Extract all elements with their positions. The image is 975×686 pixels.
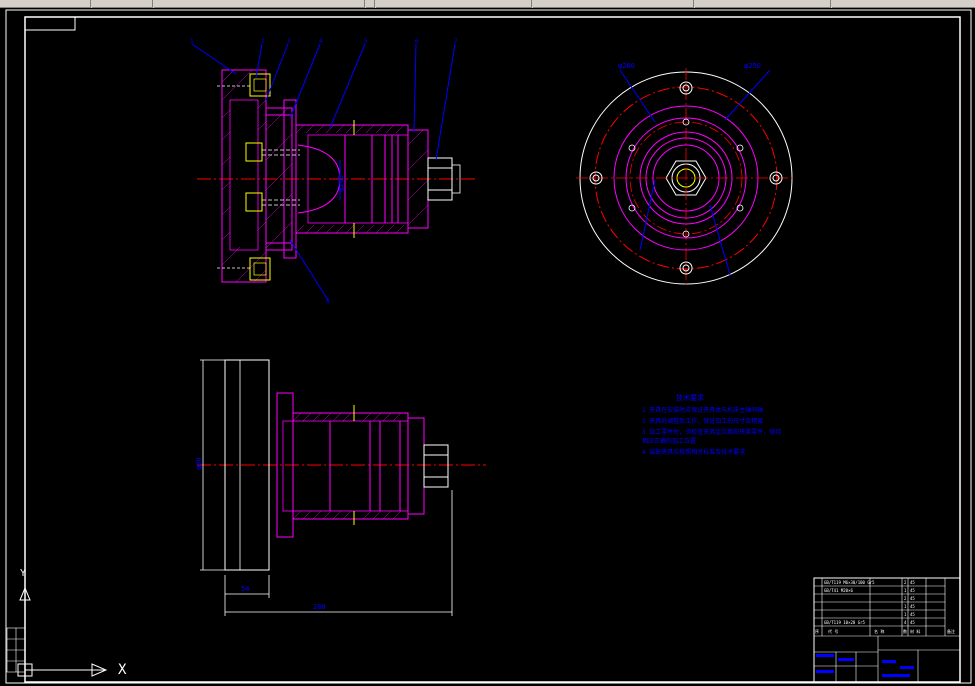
bore-dimension: φ108 [337, 175, 345, 192]
leader-number: 3 [287, 38, 291, 45]
ucs-icon [17, 572, 108, 677]
toolbar-cell[interactable] [0, 0, 91, 8]
top-circular-view[interactable]: φ280 φ250 [576, 62, 796, 288]
sleeve-side [292, 412, 409, 520]
parts-row-qty: 2 [904, 580, 907, 585]
side-thickness-dimension: 54 [241, 585, 249, 593]
corner-tag-box [25, 17, 76, 31]
parts-row-qty: 1 [904, 588, 907, 593]
toolbar-cell[interactable] [832, 0, 975, 8]
ucs-x-label: X [118, 662, 127, 678]
leader-number: 4 [319, 38, 323, 45]
parts-row-qty: 1 [904, 604, 907, 609]
parts-row-material: 45 [910, 580, 915, 585]
parts-row-code: GB/T41 M20×6 [824, 588, 853, 593]
diameter-label: φ280 [618, 62, 635, 70]
tech-req-item: 2 夹具的调整及工作，保证加工的尺寸及精度 [642, 417, 763, 425]
side-length-dimension: 280 [313, 603, 326, 611]
parts-list-table[interactable]: GB/T119 M6×30/100 Gr5 2 45 GB/T41 M20×6 … [813, 577, 961, 683]
toolbar-cell[interactable] [154, 0, 365, 8]
parts-row-material: 45 [910, 604, 915, 609]
front-section-view[interactable]: 1 2 3 4 5 6 7 8 φ108 [190, 38, 478, 305]
parts-header-cell: 数 [903, 628, 907, 634]
leader-number: 5 [364, 38, 368, 45]
tech-req-item: 1 夹具在安装时应保证夹具体与机床主轴同轴 [642, 406, 763, 414]
left-legend-boxes [6, 627, 26, 673]
toolbar-cell[interactable] [376, 0, 532, 8]
tech-req-item: 相应正确的加工位置 [642, 437, 696, 445]
tech-req-item: 4 装配夹具应按照相关标准及技术要求 [642, 448, 745, 456]
technical-requirements: 技术要求 1 夹具在安装时应保证夹具体与机床主轴同轴 2 夹具的调整及工作，保证… [642, 393, 781, 456]
parts-row-material: 45 [910, 612, 915, 617]
parts-header-cell: 材 料 [910, 628, 920, 634]
top-toolbar-strip [0, 0, 975, 8]
leader-number: 1 [190, 38, 194, 45]
parts-row-qty: 2 [904, 596, 907, 601]
parts-row-material: 45 [910, 620, 915, 625]
side-view[interactable]: φ80 54 280 [195, 359, 486, 616]
base-plate-inner [229, 99, 259, 251]
parts-header-cell: 备注 [947, 628, 955, 634]
hex-nut-side [423, 444, 449, 488]
cad-drawing-canvas[interactable]: 1 2 3 4 5 6 7 8 φ108 φ280 φ250 φ80 54 28… [0, 8, 975, 686]
leader-number: 2 [261, 38, 265, 45]
parts-row-qty: 4 [904, 620, 907, 625]
parts-row-material: 45 [910, 588, 915, 593]
parts-header-cell: 代 号 [828, 628, 838, 634]
parts-row-code: GB/T119 10×28 Gr5 [824, 620, 866, 625]
parts-header-cell: 名 称 [874, 628, 884, 634]
tech-req-item: 3 加工零件时，须检查夹具定位面和夹紧零件，保持 [642, 428, 781, 436]
toolbar-cell[interactable] [92, 0, 153, 8]
parts-row-code: GB/T119 M6×30/100 Gr5 [824, 580, 875, 585]
parts-row-qty: 1 [904, 612, 907, 617]
side-height-dimension: φ80 [195, 457, 203, 470]
leader-number: 8 [326, 298, 330, 305]
toolbar-cell[interactable] [366, 0, 375, 8]
leader-lines [191, 43, 456, 301]
parts-header-cell: 序 [815, 628, 819, 634]
drawing-frame [24, 16, 961, 683]
parts-row-material: 45 [910, 596, 915, 601]
ucs-y-label: Y [20, 568, 26, 579]
toolbar-cell[interactable] [695, 0, 831, 8]
tech-req-title: 技术要求 [676, 393, 704, 402]
leader-number: 6 [415, 38, 419, 45]
diameter-label: φ250 [744, 62, 761, 70]
leader-number: 7 [454, 38, 458, 45]
toolbar-cell[interactable] [533, 0, 694, 8]
side-dimension-lines [200, 359, 453, 616]
